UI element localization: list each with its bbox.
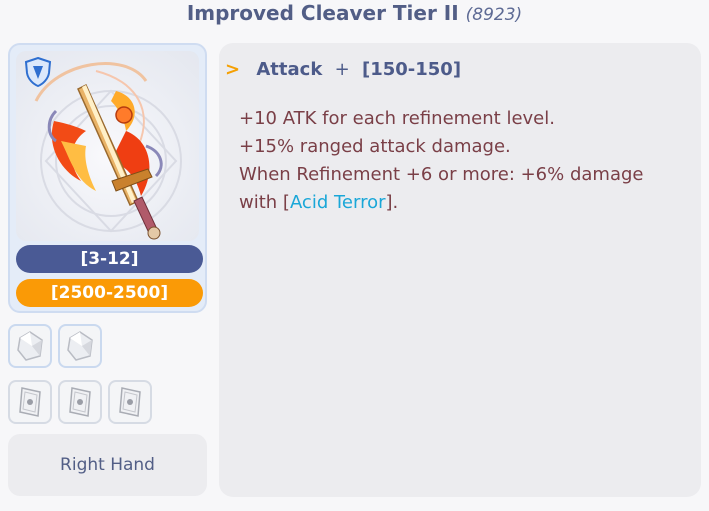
level-range-badge: [3-12] [16, 245, 203, 273]
attack-stat: > Attack + [150-150] [225, 59, 461, 80]
crystal-icon [67, 331, 93, 361]
stat-name: Attack [256, 59, 323, 80]
item-name: Improved Cleaver Tier II [186, 1, 459, 25]
item-card: [3-12] [2500-2500] [8, 43, 207, 313]
item-id: (8923) [465, 5, 523, 25]
stat-value: [150-150] [361, 59, 462, 80]
desc-line: +15% ranged attack damage. [239, 136, 511, 157]
shield-icon [24, 57, 52, 87]
description-panel: > Attack + [150-150] +10 ATK for each re… [219, 43, 701, 497]
desc-line: with [Acid Terror]. [239, 189, 679, 217]
stat-plus: + [334, 59, 350, 80]
equip-location: Right Hand [8, 434, 207, 496]
price-range-badge: [2500-2500] [16, 279, 203, 307]
card-icon [19, 387, 41, 417]
item-description: +10 ATK for each refinement level. +15% … [239, 105, 679, 217]
item-image [16, 51, 199, 241]
skill-link-acid-terror[interactable]: Acid Terror [290, 192, 386, 213]
enchant-slot[interactable] [58, 324, 102, 368]
desc-text: with [ [239, 192, 290, 213]
crystal-icon [17, 331, 43, 361]
chevron-right-icon: > [225, 59, 241, 80]
card-icon [119, 387, 141, 417]
desc-line: +10 ATK for each refinement level. [239, 108, 555, 129]
enchant-slot[interactable] [8, 324, 52, 368]
item-title: Improved Cleaver Tier II (8923) [0, 0, 709, 30]
desc-text: ]. [385, 192, 399, 213]
desc-line: When Refinement +6 or more: +6% damage [239, 164, 644, 185]
card-slot[interactable] [58, 380, 102, 424]
card-slot[interactable] [8, 380, 52, 424]
card-slot[interactable] [108, 380, 152, 424]
card-icon [69, 387, 91, 417]
